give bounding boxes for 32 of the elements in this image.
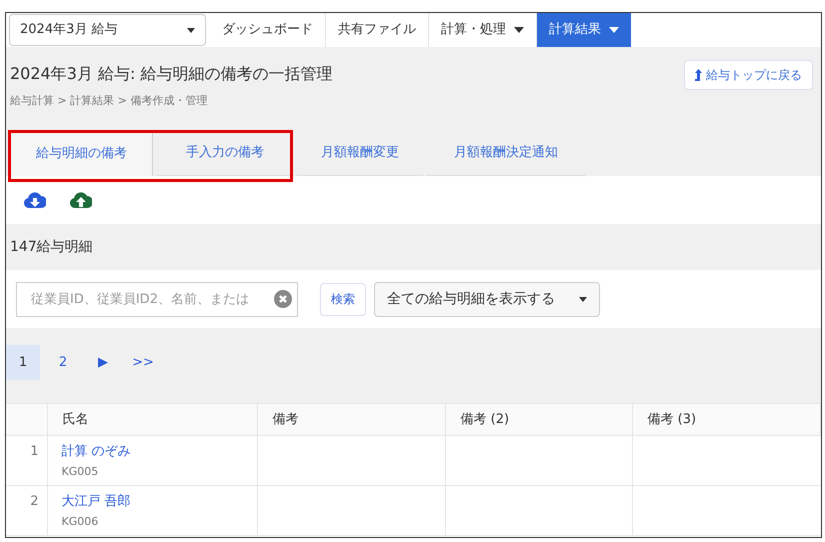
column-header: 氏名 bbox=[47, 404, 257, 436]
search-button[interactable]: 検索 bbox=[320, 282, 366, 316]
nav-tab[interactable]: 計算結果 bbox=[537, 13, 631, 47]
filter-select[interactable]: 全ての給与明細を表示する bbox=[374, 282, 600, 316]
breadcrumb: 給与計算 > 計算結果 > 備考作成・管理 bbox=[10, 93, 208, 109]
employee-name-link[interactable]: 大江戸 吾郎 bbox=[62, 494, 131, 509]
clear-icon[interactable] bbox=[274, 290, 292, 308]
page-link[interactable]: >> bbox=[126, 345, 160, 380]
page-link[interactable]: ▶ bbox=[86, 345, 120, 380]
page-link[interactable]: 2 bbox=[46, 345, 80, 380]
period-select[interactable]: 2024年3月 給与 bbox=[9, 14, 206, 46]
caret-icon bbox=[514, 27, 524, 33]
tab[interactable]: 給与明細の備考 bbox=[10, 130, 153, 176]
page-link[interactable]: 1 bbox=[6, 345, 40, 380]
employee-code: KG006 bbox=[62, 514, 98, 530]
up-arrow-icon bbox=[695, 69, 702, 81]
page-title: 2024年3月 給与: 給与明細の備考の一括管理 bbox=[10, 63, 332, 85]
column-header: 備考 (2) bbox=[445, 404, 632, 436]
employee-name-link[interactable]: 計算 のぞみ bbox=[62, 444, 131, 459]
column-header: 備考 bbox=[257, 404, 445, 436]
count-label: 147給与明細 bbox=[10, 238, 93, 256]
cloud-download-icon[interactable] bbox=[24, 192, 46, 208]
row-number: 1 bbox=[6, 436, 47, 486]
back-button[interactable]: 給与トップに戻る bbox=[684, 60, 813, 90]
employee-code: KG005 bbox=[62, 464, 98, 480]
cloud-upload-icon[interactable] bbox=[70, 192, 92, 208]
search-field[interactable]: 従業員ID、従業員ID2、名前、または bbox=[16, 282, 298, 316]
caret-icon bbox=[609, 27, 619, 33]
caret-icon bbox=[579, 296, 587, 302]
row-number: 2 bbox=[6, 486, 47, 536]
column-header: 備考 (3) bbox=[632, 404, 820, 436]
caret-icon bbox=[187, 28, 195, 32]
